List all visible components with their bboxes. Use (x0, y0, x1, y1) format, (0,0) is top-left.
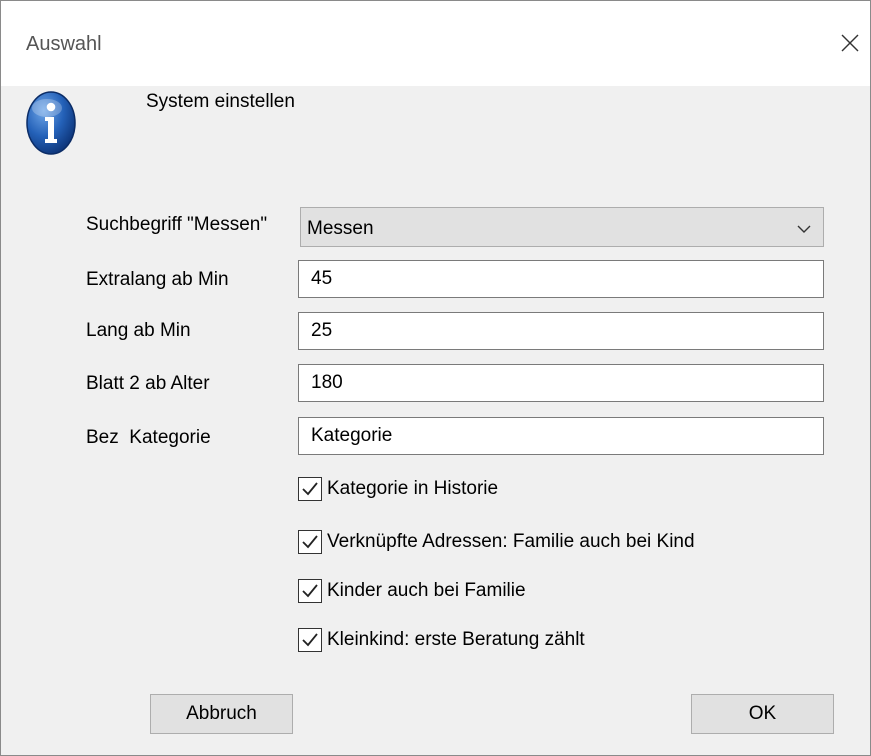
extra-long-label: Extralang ab Min (86, 269, 229, 290)
search-term-dropdown[interactable]: Messen (300, 207, 824, 247)
extra-long-field[interactable] (298, 260, 824, 298)
checkbox-label: Kategorie in Historie (327, 478, 499, 499)
cancel-button[interactable]: Abbruch (150, 694, 293, 734)
checkbox-box[interactable] (298, 579, 322, 603)
long-label: Lang ab Min (86, 320, 191, 341)
chevron-down-icon (796, 222, 812, 234)
dialog-heading: System einstellen (146, 91, 295, 112)
checkbox-label: Kinder auch bei Familie (327, 580, 526, 601)
window-title: Auswahl (26, 33, 102, 55)
title-bar: Auswahl (1, 1, 870, 86)
long-field[interactable] (298, 312, 824, 350)
category-name-field[interactable] (298, 417, 824, 455)
ok-button[interactable]: OK (691, 694, 834, 734)
info-icon (25, 90, 77, 156)
checkbox-box[interactable] (298, 477, 322, 501)
checkbox-box[interactable] (298, 530, 322, 554)
checkbox-label: Kleinkind: erste Beratung zählt (327, 629, 585, 650)
checkbox-label: Verknüpfte Adressen: Familie auch bei Ki… (327, 531, 695, 552)
search-term-label: Suchbegriff "Messen" (86, 214, 268, 235)
category-name-label: Bez Kategorie (86, 427, 211, 448)
dialog-window: Auswahl System einstellen Suchbegriff "M (0, 0, 871, 756)
sheet2-age-field[interactable] (298, 364, 824, 402)
close-icon[interactable] (832, 25, 868, 61)
sheet2-age-label: Blatt 2 ab Alter (86, 373, 210, 394)
search-term-value: Messen (307, 218, 374, 239)
checkbox-box[interactable] (298, 628, 322, 652)
